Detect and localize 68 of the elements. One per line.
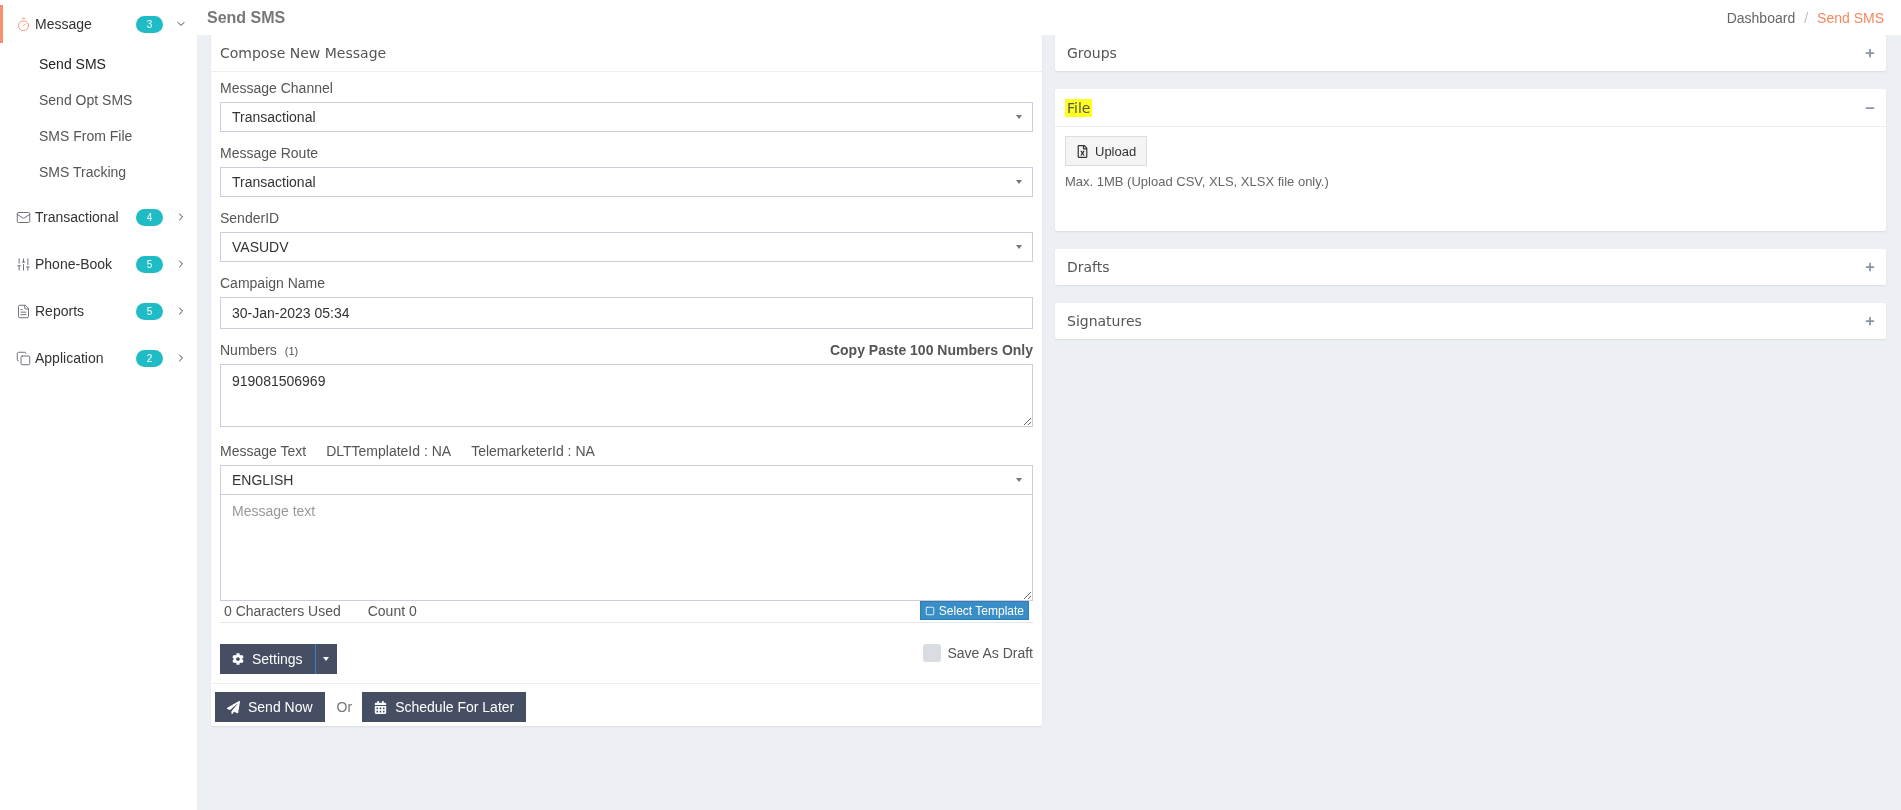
select-field[interactable]: Transactional — [220, 167, 1033, 197]
field-label: Numbers — [220, 342, 277, 358]
send-now-button[interactable]: Send Now — [215, 692, 325, 722]
numbers-textarea[interactable]: 919081506969 — [220, 364, 1033, 427]
caret-icon — [1016, 180, 1022, 184]
or-text: Or — [336, 699, 353, 715]
caret-icon — [1016, 115, 1022, 119]
calendar-icon — [374, 700, 388, 714]
checkbox[interactable] — [923, 644, 942, 662]
count-badge: 3 — [136, 15, 163, 33]
caret-icon — [1016, 478, 1022, 482]
menu-icon — [16, 209, 31, 225]
select-template-button[interactable]: Select Template — [919, 601, 1029, 620]
field-label: Message Channel — [220, 80, 334, 96]
sidebar-item[interactable]: Transactional 4 — [0, 198, 197, 236]
telemarketer-id: TelemarketerId : NA — [471, 443, 595, 459]
menu-icon — [16, 16, 31, 32]
sms-count: Count 0 — [367, 602, 417, 619]
settings-icon — [232, 653, 244, 665]
dropdown-toggle[interactable] — [314, 644, 337, 674]
field-label: Message Route — [220, 145, 320, 161]
menu-icon — [16, 350, 31, 366]
language-select[interactable]: ENGLISH — [220, 465, 1033, 495]
sidebar-item[interactable]: Phone-Book 5 — [0, 245, 197, 283]
message-textarea[interactable]: Message text — [220, 495, 1033, 601]
file-icon — [1076, 144, 1089, 158]
field-label: SenderID — [220, 210, 281, 226]
select-field[interactable]: VASUDV — [220, 232, 1033, 262]
count-badge: 5 — [136, 255, 163, 273]
submenu-item[interactable]: SMS From File — [0, 118, 197, 154]
panel-title[interactable]: File — [1065, 98, 1093, 117]
expand-icon[interactable] — [1864, 315, 1876, 327]
submenu-item[interactable]: Send SMS — [0, 46, 197, 82]
card-title: Compose New Message — [211, 35, 1042, 72]
settings-button[interactable]: Settings — [220, 644, 315, 674]
caret-icon — [323, 657, 330, 661]
breadcrumb-separator: / — [1804, 9, 1809, 26]
expand-icon[interactable] — [1864, 47, 1876, 59]
save-draft-checkbox[interactable]: Save As Draft — [923, 644, 1033, 662]
count-badge: 5 — [136, 302, 163, 320]
sidebar-item[interactable]: Application 2 — [0, 339, 197, 377]
expand-icon[interactable] — [1864, 261, 1876, 273]
upload-note: Max. 1MB (Upload CSV, XLS, XLSX file only.) — [1065, 174, 1330, 189]
characters-used: 0 Characters Used — [224, 602, 341, 619]
count-badge: 2 — [136, 349, 163, 367]
select-field[interactable]: Transactional — [220, 102, 1033, 132]
upload-button[interactable]: Upload — [1065, 136, 1148, 166]
number-count: (1) — [284, 345, 299, 357]
submenu-item[interactable]: Send Opt SMS — [0, 82, 197, 118]
paper-plane-icon — [227, 700, 240, 714]
caret-icon — [1016, 245, 1022, 249]
square-icon — [924, 605, 935, 616]
count-badge: 4 — [136, 208, 163, 226]
submenu-item[interactable]: SMS Tracking — [0, 154, 197, 190]
menu-icon — [16, 303, 31, 319]
page-title: Send SMS — [207, 8, 286, 27]
menu-icon — [16, 256, 31, 272]
breadcrumb-link[interactable]: Dashboard — [1726, 9, 1796, 26]
numbers-hint: Copy Paste 100 Numbers Only — [829, 342, 1033, 358]
input-field[interactable]: 30-Jan-2023 05:34 — [220, 297, 1033, 329]
dlt-template-id: DLTTemplateId : NA — [326, 443, 452, 459]
sidebar-item[interactable]: Reports 5 — [0, 292, 197, 330]
panel-title[interactable]: Signatures — [1065, 312, 1144, 330]
field-label: Campaign Name — [220, 275, 327, 291]
panel-title[interactable]: Groups — [1065, 44, 1119, 62]
schedule-button[interactable]: Schedule For Later — [362, 692, 527, 722]
field-label: Message Text — [220, 443, 307, 459]
panel-title[interactable]: Drafts — [1065, 258, 1112, 276]
